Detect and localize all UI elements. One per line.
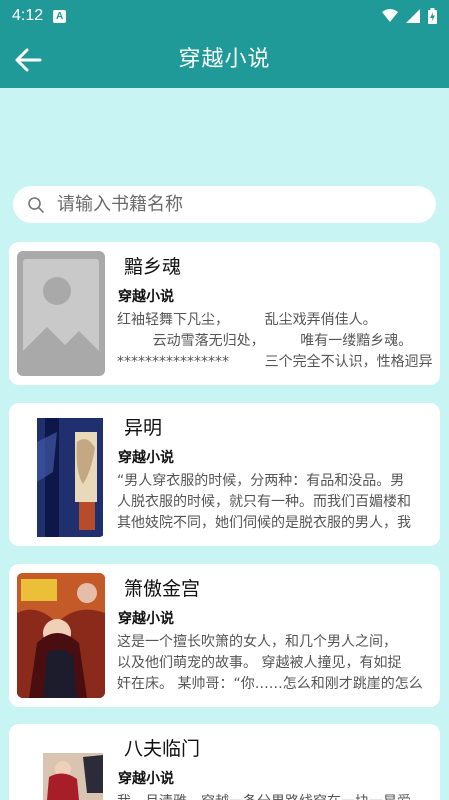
description-line: **************** 三个完全不认识，性格迥异 — [117, 354, 433, 370]
book-category: 穿越小说 — [118, 611, 174, 627]
book-description: 我，月清雅，穿越一条分界路线穿在一块一星爱 — [117, 792, 433, 800]
book-title: 箫傲金宫 — [124, 578, 201, 600]
book-description: 红袖轻舞下凡尘， 乱尘戏弄俏佳人。 云动雪落无归处， 唯有一缕黯乡魂。 ****… — [117, 310, 433, 374]
book-category: 穿越小说 — [118, 289, 174, 305]
book-title: 八夫临门 — [124, 738, 201, 760]
app-notification-icon: A — [53, 9, 67, 23]
book-card[interactable]: 八夫临门 穿越小说 我，月清雅，穿越一条分界路线穿在一块一星爱 — [9, 724, 440, 800]
app-bar: 穿越小说 — [0, 32, 449, 88]
page-title: 穿越小说 — [178, 47, 271, 72]
book-category: 穿越小说 — [118, 771, 174, 787]
description-line: 人脱衣服的时候，就只有一种。而我们百媚楼和 — [117, 494, 411, 510]
search-icon — [28, 196, 44, 213]
description-line: 我，月清雅，穿越一条分界路线穿在一块一星爱 — [117, 792, 433, 800]
wifi-icon — [382, 9, 398, 22]
book-category: 穿越小说 — [118, 450, 174, 466]
search-input[interactable] — [57, 194, 397, 215]
status-time: 4:12 — [12, 7, 44, 24]
book-cover-image — [17, 412, 105, 537]
description-line: 这是一个擅长吹箫的女人，和几个男人之间， — [117, 634, 397, 650]
status-bar: 4:12 A — [0, 0, 449, 32]
book-description: “男人穿衣服的时候，分两种：有品和没品。男 人脱衣服的时候，就只有一种。而我们百… — [117, 471, 433, 535]
description-line: 奸在床。 某帅哥：“你……怎么和刚才跳崖的怎么 — [117, 676, 423, 692]
description-line: 其他妓院不同，她们伺候的是脱衣服的男人，我 — [117, 515, 411, 531]
book-cover-placeholder-icon — [17, 251, 105, 376]
description-line: 云动雪落无归处， 唯有一缕黯乡魂。 — [117, 333, 413, 349]
book-description: 这是一个擅长吹箫的女人，和几个男人之间， 以及他们萌宠的故事。 穿越被人撞见，有… — [117, 632, 433, 696]
description-line: 红袖轻舞下凡尘， 乱尘戏弄俏佳人。 — [117, 312, 377, 328]
book-card[interactable]: 黯乡魂 穿越小说 红袖轻舞下凡尘， 乱尘戏弄俏佳人。 云动雪落无归处， 唯有一缕… — [9, 242, 440, 385]
status-icons — [382, 8, 437, 24]
search-bar[interactable] — [13, 186, 436, 223]
description-line: 以及他们萌宠的故事。 穿越被人撞见，有如捉 — [117, 655, 402, 671]
description-line: “男人穿衣服的时候，分两种：有品和没品。男 — [117, 473, 405, 489]
signal-icon — [406, 9, 420, 23]
book-card[interactable]: 异明 穿越小说 “男人穿衣服的时候，分两种：有品和没品。男 人脱衣服的时候，就只… — [9, 403, 440, 546]
book-title: 黯乡魂 — [124, 256, 182, 278]
battery-icon — [428, 8, 437, 24]
book-cover-image — [17, 573, 105, 698]
book-title: 异明 — [124, 417, 163, 439]
book-cover-image — [17, 733, 105, 800]
book-card[interactable]: 箫傲金宫 穿越小说 这是一个擅长吹箫的女人，和几个男人之间， 以及他们萌宠的故事… — [9, 564, 440, 707]
